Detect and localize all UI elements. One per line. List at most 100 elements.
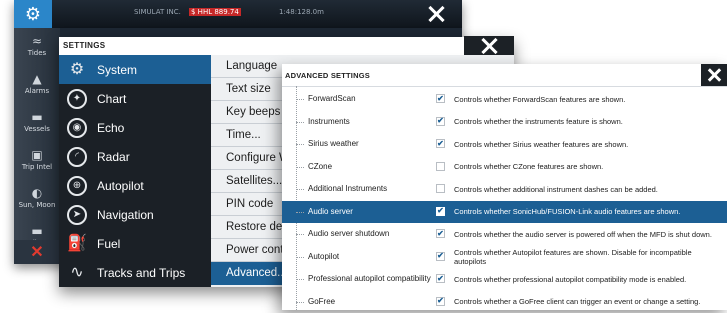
fuel-icon: ⛽ (67, 234, 87, 254)
advanced-setting-checkbox[interactable]: ✔ (436, 117, 445, 126)
tree-branch (296, 167, 304, 168)
sidebar-close-button[interactable]: ✕ (14, 240, 60, 264)
settings-category-label: Autopilot (97, 179, 144, 193)
settings-category-label: Tracks and Trips (97, 266, 185, 280)
advanced-setting-row[interactable]: Audio server shutdown ✔ Controls whether t… (282, 223, 727, 246)
trip-intel-icon: ▣ (14, 148, 60, 162)
sidebar: ≈Tides▲Alarms▬Vessels▣Trip Intel◐Sun, Mo… (14, 28, 60, 264)
settings-category-radar[interactable]: ◜ Radar (59, 142, 211, 171)
status-depth: 8.0m (306, 8, 324, 16)
bell-icon: ▲ (14, 72, 60, 86)
advanced-setting-name: CZone (308, 156, 332, 179)
advanced-setting-name: ForwardScan (308, 88, 356, 111)
settings-category-list: ⚙ System ✦Chart ◉ Echo ◜ Radar ⊕ Autopilot ➤Navig… (59, 55, 211, 287)
advanced-setting-checkbox[interactable]: ✔ (436, 139, 445, 148)
settings-gear-button[interactable]: ⚙ (14, 0, 52, 28)
checkmark-icon: ✔ (437, 185, 444, 193)
advanced-setting-description: Controls whether Sirius weather features… (454, 133, 722, 156)
sidebar-item-label: Alarms (25, 87, 49, 95)
settings-close-button[interactable] (464, 36, 514, 56)
advanced-setting-description: Controls whether the instruments feature… (454, 111, 722, 134)
advanced-settings-title: ADVANCED SETTINGS (285, 71, 370, 80)
settings-category-tracks-and-trips[interactable]: ∿ Tracks and Trips (59, 258, 211, 287)
checkmark-icon: ✔ (437, 117, 444, 125)
checkmark-icon: ✔ (437, 297, 444, 305)
advanced-setting-row[interactable]: CZone ✔ Controls whether CZone features ar… (282, 156, 727, 179)
advanced-setting-name: Additional Instruments (308, 178, 387, 201)
settings-category-label: Chart (97, 92, 126, 106)
sidebar-item-tides[interactable]: ≈Tides (14, 30, 60, 70)
settings-category-fuel[interactable]: ⛽Fuel (59, 229, 211, 258)
tracks-icon: ∿ (67, 263, 87, 283)
close-icon (481, 38, 497, 54)
sidebar-item-label: Trip Intel (22, 163, 52, 171)
advanced-setting-checkbox[interactable]: ✔ (436, 207, 445, 216)
settings-title: SETTINGS (63, 41, 105, 50)
advanced-setting-checkbox[interactable]: ✔ (436, 184, 445, 193)
advanced-setting-row[interactable]: Instruments✔Controls whether the instrum… (282, 111, 727, 134)
advanced-setting-description: Controls whether Autopilot features are … (454, 246, 722, 269)
settings-category-autopilot[interactable]: ⊕ Autopilot (59, 171, 211, 200)
checkmark-icon: ✔ (437, 207, 444, 215)
settings-category-label: System (97, 63, 137, 77)
advanced-setting-row[interactable]: ForwardScan ✔ Controls whether ForwardScan… (282, 88, 727, 111)
advanced-setting-name: Audio server shutdown (308, 223, 389, 246)
advanced-setting-description: Controls whether the audio server is pow… (454, 223, 722, 246)
settings-category-label: Echo (97, 121, 124, 135)
advanced-setting-checkbox[interactable]: ✔ (436, 297, 445, 306)
tree-branch (296, 257, 304, 258)
advanced-setting-description: Controls whether SonicHub/FUSION-Link au… (454, 201, 722, 224)
advanced-settings-header: ADVANCED SETTINGS (282, 64, 727, 87)
advanced-setting-checkbox[interactable]: ✔ (436, 94, 445, 103)
advanced-setting-checkbox[interactable]: ✔ (436, 162, 445, 171)
gear-icon: ⚙ (25, 5, 41, 23)
settings-category-navigation[interactable]: ➤Navigation (59, 200, 211, 229)
advanced-setting-checkbox[interactable]: ✔ (436, 229, 445, 238)
sidebar-item-sun-moon[interactable]: ◐Sun, Moon (14, 182, 60, 222)
advanced-setting-row[interactable]: Sirius weather ✔ Controls whether Sirius w… (282, 133, 727, 156)
settings-category-label: Navigation (97, 208, 154, 222)
settings-header: SETTINGS (59, 37, 514, 56)
sidebar-item-label: Tides (28, 49, 46, 57)
tree-branch (296, 279, 304, 280)
radar-icon: ◜ (67, 147, 87, 167)
echo-icon: ◉ (67, 118, 87, 138)
tree-branch (296, 302, 304, 303)
sidebar-item-alarms[interactable]: ▲Alarms (14, 68, 60, 108)
app-close-button[interactable] (422, 2, 450, 26)
gear-icon: ⚙ (67, 60, 87, 80)
tree-branch (296, 144, 304, 145)
checkmark-icon: ✔ (437, 140, 444, 148)
checkmark-icon: ✔ (437, 230, 444, 238)
advanced-setting-row[interactable]: Professional autopilot compatibility✔Con… (282, 268, 727, 291)
autopilot-icon: ⊕ (67, 176, 87, 196)
checkmark-icon: ✔ (437, 95, 444, 103)
advanced-close-button[interactable] (701, 64, 727, 86)
sidebar-item-vessels[interactable]: ▬Vessels (14, 106, 60, 146)
advanced-setting-name: Sirius weather (308, 133, 359, 156)
advanced-setting-name: Audio server (308, 201, 353, 224)
sidebar-item-trip-intel[interactable]: ▣Trip Intel (14, 144, 60, 184)
tree-branch (296, 212, 304, 213)
tree-branch (296, 122, 304, 123)
advanced-setting-row[interactable]: Autopilot ✔ Controls whether Autopilot fea… (282, 246, 727, 269)
tides-icon: ≈ (14, 34, 60, 48)
settings-category-label: Radar (97, 150, 130, 164)
settings-category-system[interactable]: ⚙ System (59, 55, 211, 84)
top-bar: ⚙ SIMULAT INC. $ HHL 889.74 1:48:12 8.0m (14, 0, 462, 28)
advanced-setting-row[interactable]: Audio server ✔ Controls whether SonicHub/F… (282, 201, 727, 224)
advanced-setting-checkbox[interactable]: ✔ (436, 252, 445, 261)
sidebar-item-label: Sun, Moon (19, 201, 56, 209)
checkmark-icon: ✔ (437, 162, 444, 170)
advanced-setting-description: Controls whether ForwardScan features ar… (454, 88, 722, 111)
advanced-setting-name: Professional autopilot compatibility (308, 268, 431, 291)
advanced-setting-row[interactable]: Additional Instruments✔Controls whether … (282, 178, 727, 201)
tree-branch (296, 189, 304, 190)
sidebar-item-label: Vessels (24, 125, 50, 133)
settings-category-chart[interactable]: ✦Chart (59, 84, 211, 113)
settings-category-echo[interactable]: ◉ Echo (59, 113, 211, 142)
advanced-setting-name: Autopilot (308, 246, 339, 269)
advanced-setting-description: Controls whether CZone features are show… (454, 156, 722, 179)
checkmark-icon: ✔ (437, 275, 444, 283)
advanced-setting-checkbox[interactable]: ✔ (436, 274, 445, 283)
